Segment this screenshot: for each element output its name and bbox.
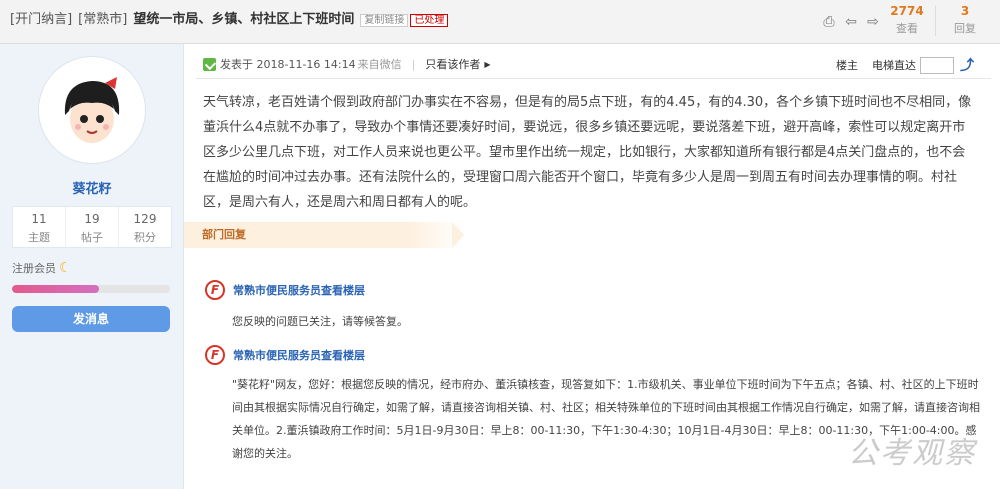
floor-label: 楼主 [836, 59, 858, 72]
stat-label: 帖子 [81, 231, 103, 244]
stat-points[interactable]: 129 积分 [119, 207, 171, 247]
stat-value: 19 [84, 212, 100, 226]
author-sidebar: 葵花籽 11 主题 19 帖子 129 积分 注册会员 ☾ 发消息 [0, 44, 184, 489]
stat-label: 主题 [28, 231, 50, 244]
reply-author-link[interactable]: 常熟市便民服务员查看楼层 [233, 347, 365, 363]
dept-reply-label: 部门回复 [184, 222, 464, 248]
print-icon[interactable]: ⎙ [820, 14, 838, 30]
category-tag-1[interactable]: [开门纳言] [10, 12, 72, 27]
replies-count: 3 [960, 4, 970, 18]
next-icon[interactable]: ⇨ [864, 14, 882, 30]
views-count: 2774 [890, 4, 924, 18]
floor-tools: 楼主 电梯直达 ⤴ [836, 55, 974, 75]
views-label: 查看 [896, 22, 918, 35]
divider [196, 78, 991, 79]
stat-posts[interactable]: 19 帖子 [66, 207, 119, 247]
header-divider [935, 6, 936, 36]
post-source: 来自微信 [357, 58, 402, 71]
send-message-button[interactable]: 发消息 [12, 306, 170, 332]
post-meta: 发表于 2018-11-16 14:14 来自微信 | 只看该作者 ▶ [203, 56, 491, 72]
username[interactable]: 葵花籽 [0, 178, 184, 197]
replies-label: 回复 [954, 22, 976, 35]
meta-separator: | [411, 57, 416, 71]
reply-header: F 常熟市便民服务员查看楼层 [205, 280, 365, 300]
reply-author-link[interactable]: 常熟市便民服务员查看楼层 [233, 282, 365, 298]
post-status-icon [203, 57, 216, 71]
member-level-label: 注册会员 [12, 262, 56, 275]
member-level: 注册会员 ☾ [12, 260, 72, 276]
play-triangle-icon: ▶ [484, 59, 491, 69]
stat-value: 11 [31, 212, 47, 226]
watermark: 公考观察 [848, 436, 976, 471]
post-content: 天气转凉，老百姓请个假到政府部门办事实在不容易，但是有的局5点下班，有的4.45… [203, 95, 972, 210]
moon-icon: ☾ [59, 260, 72, 276]
avatar[interactable] [45, 63, 139, 157]
avatar-frame [38, 56, 146, 164]
user-stats: 11 主题 19 帖子 129 积分 [12, 206, 172, 248]
reply-text: 您反映的问题已关注，请等候答复。 [232, 315, 408, 328]
stat-topics[interactable]: 11 主题 [13, 207, 66, 247]
reply-header: F 常熟市便民服务员查看楼层 [205, 345, 365, 365]
elevator-label: 电梯直达 [872, 59, 916, 72]
copy-link-button[interactable]: 复制链接 [360, 14, 409, 27]
level-progress-bar [12, 285, 170, 293]
page-title: 望统一市局、乡镇、村社区上下班时间 [133, 12, 355, 27]
post-time: 发表于 2018-11-16 14:14 [220, 58, 356, 71]
views-stat: 2774 查看 [888, 4, 926, 36]
category-tag-2[interactable]: [常熟市] [78, 12, 127, 27]
author-only-link[interactable]: 只看该作者 [425, 56, 480, 72]
thread-title: [开门纳言] [常熟市] 望统一市局、乡镇、村社区上下班时间 复制链接 已处理 [10, 8, 449, 27]
prev-icon[interactable]: ⇦ [842, 14, 860, 30]
stat-label: 积分 [134, 231, 156, 244]
stat-value: 129 [133, 212, 157, 226]
status-badge: 已处理 [410, 14, 449, 27]
level-progress-fill [12, 285, 99, 293]
dept-reply-title: 部门回复 [202, 228, 246, 241]
service-logo-icon: F [205, 345, 225, 365]
replies-stat: 3 回复 [945, 4, 985, 36]
thread-header: [开门纳言] [常熟市] 望统一市局、乡镇、村社区上下班时间 复制链接 已处理 ⎙ ⇦ … [0, 0, 1000, 44]
service-logo-icon: F [205, 280, 225, 300]
jump-arrow-icon[interactable]: ⤴ [960, 55, 974, 75]
floor-jump-input[interactable] [920, 56, 954, 74]
